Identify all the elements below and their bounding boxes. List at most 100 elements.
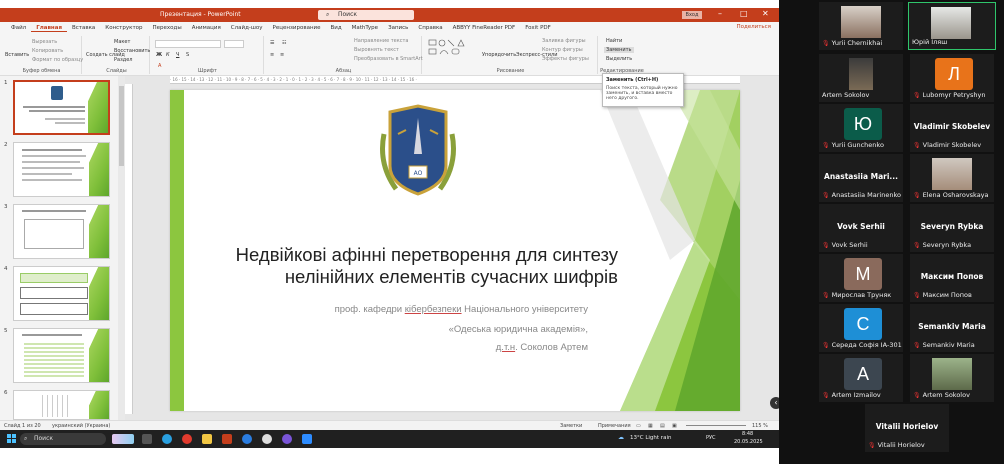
edge-icon[interactable] <box>242 434 252 444</box>
arrange-button[interactable]: Упорядочить <box>482 52 516 58</box>
opera-icon[interactable] <box>182 434 192 444</box>
weather-text[interactable]: 13°C Light rain <box>630 435 671 441</box>
taskbar-search[interactable]: ⌕ Поиск <box>20 433 106 445</box>
reading-view-icon[interactable]: ▤ <box>660 423 665 429</box>
language-indicator[interactable]: украинский (Украина) <box>52 423 110 429</box>
subtitle-line-1[interactable]: проф. кафедри кібербезпеки Національного… <box>170 304 588 315</box>
slide-thumbnail[interactable] <box>13 80 110 135</box>
slide-thumbnail[interactable] <box>13 390 110 420</box>
tab-home[interactable]: Главная <box>31 25 67 32</box>
close-icon[interactable]: ✕ <box>762 9 769 18</box>
bullets-icon[interactable]: ☰ <box>270 40 274 46</box>
tab-design[interactable]: Конструктор <box>100 25 147 31</box>
slide-title[interactable]: Недвійкові афінні перетворення для синте… <box>210 244 618 288</box>
section-button[interactable]: Раздел <box>114 57 132 63</box>
participant-tile[interactable]: Anastasiia Mari... 🎙 Anastasiia Marinenko <box>819 154 903 202</box>
clock-time[interactable]: 8:48 <box>742 431 753 437</box>
widgets-icon[interactable] <box>112 434 134 444</box>
participant-tile[interactable]: 🎙 Elena Osharovskaya <box>910 154 994 202</box>
tab-insert[interactable]: Вставка <box>67 25 100 31</box>
scrollbar-thumb[interactable] <box>119 86 124 166</box>
browser-icon[interactable] <box>162 434 172 444</box>
tab-review[interactable]: Рецензирование <box>268 25 326 31</box>
tab-slideshow[interactable]: Слайд-шоу <box>226 25 268 31</box>
zoom-level[interactable]: 115 % <box>752 423 768 429</box>
thumbnails-scrollbar[interactable] <box>118 76 125 420</box>
participant-tile[interactable]: Vovk Serhii 🎙 Vovk Serhii <box>819 204 903 252</box>
slide-thumbnail[interactable] <box>13 328 110 383</box>
slide-thumbnail[interactable] <box>13 266 110 321</box>
find-button[interactable]: Найти <box>606 38 622 44</box>
sign-in-button[interactable]: Вход <box>682 11 702 19</box>
tab-view[interactable]: Вид <box>326 25 347 31</box>
tab-mathtype[interactable]: MathType <box>347 25 383 31</box>
reset-button[interactable]: Восстановить <box>114 48 150 54</box>
shapes-gallery-icon[interactable] <box>428 39 478 65</box>
tab-animations[interactable]: Анимация <box>187 25 226 31</box>
select-button[interactable]: Выделить <box>606 56 632 62</box>
participant-tile[interactable]: Severyn Rybka 🎙 Severyn Rybka <box>910 204 994 252</box>
comments-button[interactable]: Примечания <box>598 423 631 429</box>
replace-button[interactable]: Заменить <box>604 47 634 53</box>
file-explorer-icon[interactable] <box>202 434 212 444</box>
slide-canvas[interactable]: АО Недвійкові афінні перетворення для си… <box>170 90 740 411</box>
shape-fill-button[interactable]: Заливка фигуры <box>542 38 586 44</box>
paste-button[interactable]: Вставить <box>5 52 29 58</box>
font-size-select[interactable] <box>224 40 244 48</box>
zoom-app-icon[interactable] <box>302 434 312 444</box>
normal-view-icon[interactable]: ▭ <box>636 423 641 429</box>
tab-transitions[interactable]: Переходы <box>148 25 187 31</box>
tab-help[interactable]: Справка <box>413 25 447 31</box>
participant-tile[interactable]: A 🎙 Artem Izmailov <box>819 354 903 402</box>
slide-thumbnail[interactable] <box>13 204 110 259</box>
copy-button[interactable]: Копировать <box>32 48 63 54</box>
numbering-icon[interactable]: ☷ <box>282 40 286 46</box>
shape-effects-button[interactable]: Эффекты фигуры <box>542 56 589 62</box>
participant-tile[interactable]: Л 🎙 Lubomyr Petryshyn <box>910 54 994 102</box>
font-family-select[interactable] <box>155 40 221 48</box>
slide-sorter-icon[interactable]: ▦ <box>648 423 653 429</box>
participant-tile[interactable]: Artem Sokolov <box>819 54 903 102</box>
participant-tile[interactable]: 🎙 Artem Sokolov <box>910 354 994 402</box>
slideshow-view-icon[interactable]: ▣ <box>672 423 677 429</box>
participant-tile[interactable]: М 🎙 Мирослав Труняк <box>819 254 903 302</box>
windows-start-icon[interactable] <box>7 434 16 443</box>
slide-thumbnail[interactable] <box>13 142 110 197</box>
participant-tile[interactable]: Vladimir Skobelev 🎙 Vladimir Skobelev <box>910 104 994 152</box>
powerpoint-icon[interactable] <box>222 434 232 444</box>
text-direction-button[interactable]: Направление текста <box>354 38 408 44</box>
tab-file[interactable]: Файл <box>6 25 31 31</box>
tab-record[interactable]: Запись <box>383 25 413 31</box>
align-left-icon[interactable]: ≡ <box>270 52 274 58</box>
participant-tile[interactable]: Ю 🎙 Yurii Gunchenko <box>819 104 903 152</box>
align-text-button[interactable]: Выровнять текст <box>354 47 399 53</box>
task-view-icon[interactable] <box>142 434 152 444</box>
tab-foxit[interactable]: Foxit PDF <box>520 25 556 31</box>
strikethrough-icon[interactable]: S <box>186 52 189 58</box>
smartart-button[interactable]: Преобразовать в SmartArt <box>354 56 423 62</box>
zoom-slider[interactable] <box>686 425 746 426</box>
participant-tile[interactable]: Semankiv Maria 🎙 Semankiv Maria <box>910 304 994 352</box>
minimize-icon[interactable]: – <box>718 9 722 18</box>
participant-tile[interactable]: 🎙 Yurii Chernikhai <box>819 2 903 50</box>
viber-icon[interactable] <box>282 434 292 444</box>
chrome-icon[interactable] <box>262 434 272 444</box>
participant-tile[interactable]: Максим Попов 🎙 Максим Попов <box>910 254 994 302</box>
participant-tile-active-speaker[interactable]: Юрій Іляш <box>908 2 996 50</box>
align-center-icon[interactable]: ≡ <box>280 52 284 58</box>
shape-outline-button[interactable]: Контур фигуры <box>542 47 583 53</box>
italic-icon[interactable]: К <box>166 52 170 58</box>
participant-tile[interactable]: С 🎙 Середа Софія ІА-301 <box>819 304 903 352</box>
cut-button[interactable]: Вырезать <box>32 39 57 45</box>
clock-date[interactable]: 20.05.2025 <box>734 439 763 445</box>
bold-icon[interactable]: Ж <box>156 52 162 58</box>
subtitle-line-2[interactable]: «Одеська юридична академія», <box>170 324 588 335</box>
tab-abbyy[interactable]: ABBYY FineReader PDF <box>448 25 521 31</box>
search-box[interactable]: ⌕ Поиск <box>318 10 414 20</box>
subtitle-line-3[interactable]: д.т.н. Соколов Артем <box>170 342 588 353</box>
maximize-icon[interactable]: □ <box>740 9 748 18</box>
layout-button[interactable]: Макет <box>114 39 130 45</box>
share-button[interactable]: Поделиться <box>736 24 771 30</box>
format-painter-button[interactable]: Формат по образцу <box>32 57 83 63</box>
underline-icon[interactable]: Ч <box>176 52 179 58</box>
